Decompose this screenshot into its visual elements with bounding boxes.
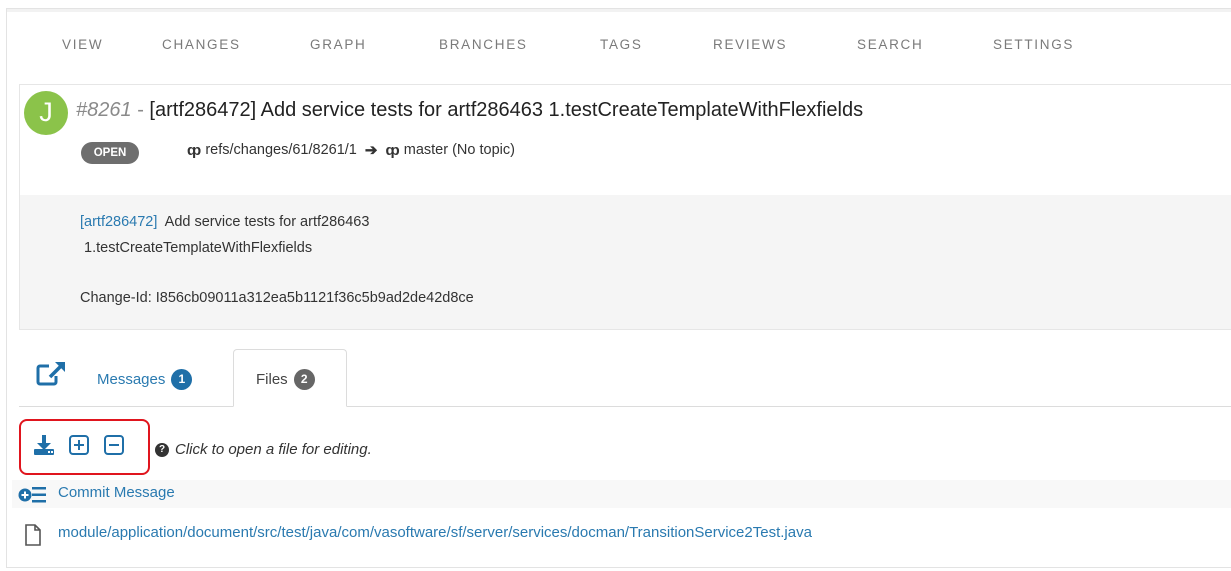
editing-hint: ? Click to open a file for editing. <box>155 441 372 458</box>
nav-changes[interactable]: CHANGES <box>162 37 241 52</box>
commit-message-line2: 1.testCreateTemplateWithFlexfields <box>80 240 313 256</box>
tab-files-label: Files <box>256 371 288 388</box>
question-circle-icon: ? <box>155 442 169 457</box>
target-ref: master (No topic) <box>403 142 515 158</box>
avatar: J <box>24 91 68 135</box>
change-title: #8261 - [artf286472] Add service tests f… <box>76 99 863 122</box>
arrow-right-icon: ➔ <box>364 142 378 159</box>
source-ref: refs/changes/61/8261/1 <box>205 142 357 158</box>
collapse-all-icon[interactable] <box>103 434 125 456</box>
tab-messages-label: Messages <box>97 371 166 388</box>
nav-settings[interactable]: SETTINGS <box>993 37 1074 52</box>
external-link-icon[interactable] <box>36 360 68 388</box>
file-link[interactable]: module/application/document/src/test/jav… <box>58 524 812 541</box>
nav-search[interactable]: SEARCH <box>857 37 923 52</box>
tab-divider <box>19 406 1231 407</box>
files-count-badge: 2 <box>293 369 315 390</box>
commit-message-icon <box>18 487 46 503</box>
tab-files[interactable]: Files 2 <box>233 349 347 407</box>
commit-message-link[interactable]: Commit Message <box>58 484 175 501</box>
file-icon <box>25 524 41 546</box>
change-id: Change-Id: I856cb09011a312ea5b1121f36c5b… <box>80 290 474 306</box>
branch-icon: ȹ <box>187 141 202 159</box>
change-number[interactable]: #8261 <box>76 99 132 121</box>
tab-messages[interactable]: Messages 1 <box>97 369 193 390</box>
download-icon[interactable] <box>33 434 55 456</box>
commit-message-line1: [artf286472] Add service tests for artf2… <box>80 214 369 230</box>
status-badge: OPEN <box>81 142 139 164</box>
messages-count-badge: 1 <box>171 369 193 390</box>
artifact-link[interactable]: [artf286472] <box>80 214 157 230</box>
nav-reviews[interactable]: REVIEWS <box>713 37 787 52</box>
nav-branches[interactable]: BRANCHES <box>439 37 528 52</box>
branch-refs: ȹ refs/changes/61/8261/1 ➔ ȹ master (No … <box>187 141 515 160</box>
nav-tags[interactable]: TAGS <box>600 37 643 52</box>
editing-hint-text: Click to open a file for editing. <box>175 441 372 458</box>
nav-view[interactable]: VIEW <box>62 37 103 52</box>
nav-graph[interactable]: GRAPH <box>310 37 367 52</box>
change-subject: [artf286472] Add service tests for artf2… <box>149 99 864 121</box>
branch-icon: ȹ <box>385 141 400 159</box>
title-separator: - <box>137 99 144 121</box>
commit-line1-text: Add service tests for artf286463 <box>157 214 370 230</box>
file-row-commit-message <box>12 480 1231 508</box>
expand-all-icon[interactable] <box>68 434 90 456</box>
